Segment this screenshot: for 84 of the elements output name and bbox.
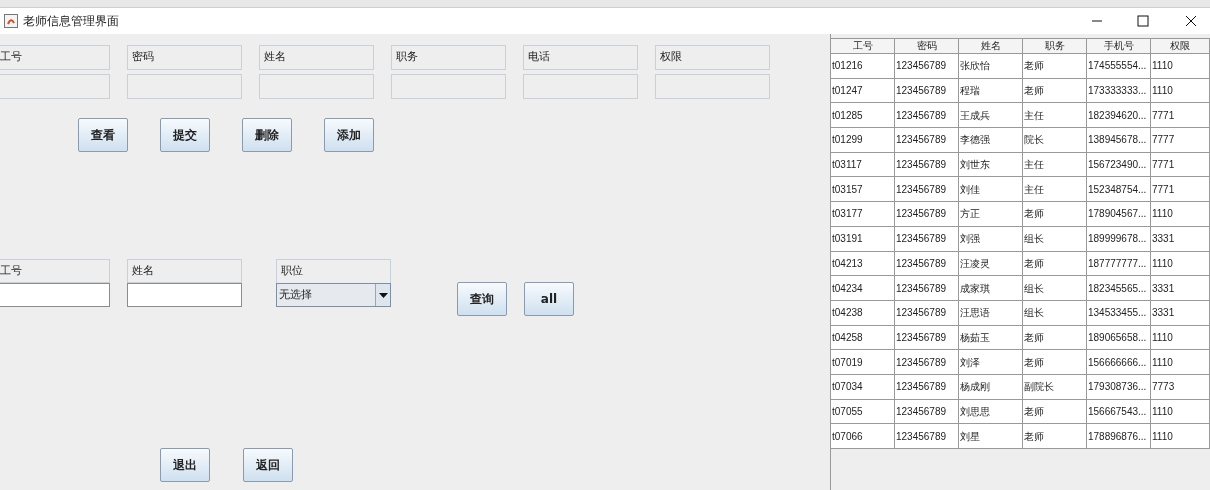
table-cell: 174555554... [1087,54,1151,79]
table-cell: 方正 [959,202,1023,227]
table-cell: 123456789 [895,202,959,227]
table-cell: t01216 [831,54,895,79]
field-label: 电话 [523,45,638,70]
nav-button[interactable]: 返回 [243,448,293,482]
table-cell: 1110 [1151,54,1210,79]
table-cell: 老师 [1023,424,1087,449]
table-cell: 179308736... [1087,374,1151,400]
table-cell: 组长 [1023,300,1087,326]
field-label: 权限 [655,45,770,70]
table-cell: 1110 [1151,350,1210,375]
column-header[interactable]: 权限 [1151,38,1210,54]
action-button[interactable]: 查看 [78,118,128,152]
dropdown-arrow-icon [378,292,388,298]
table-cell: 组长 [1023,276,1087,301]
input-field[interactable] [127,283,242,307]
action-button[interactable]: 删除 [242,118,292,152]
query-button[interactable]: all [524,282,574,316]
table-cell: t03191 [831,226,895,252]
table-cell: 3331 [1151,300,1210,326]
window-title: 老师信息管理界面 [23,13,119,30]
table-cell: 123456789 [895,350,959,375]
nav-button[interactable]: 退出 [160,448,210,482]
table-cell: t07019 [831,350,895,375]
dropdown[interactable]: 无选择 [276,283,391,307]
table-cell: 182345565... [1087,276,1151,301]
table-cell: 123456789 [895,374,959,400]
table-cell: t07034 [831,374,895,400]
table-cell: 李德强 [959,128,1023,153]
table-cell: 成家琪 [959,276,1023,301]
table-cell: 刘星 [959,424,1023,449]
field-label: 密码 [127,45,242,70]
column-header[interactable]: 工号 [831,38,895,54]
maximize-icon[interactable] [1137,15,1149,27]
table-cell: 3331 [1151,226,1210,252]
table-cell: 134533455... [1087,300,1151,326]
table-cell: 178904567... [1087,202,1151,227]
table-cell: 汪思语 [959,300,1023,326]
table-cell: 123456789 [895,424,959,449]
table-cell: 123456789 [895,54,959,79]
table-cell: 123456789 [895,300,959,326]
field-label: 工号 [0,45,110,70]
table-cell: 杨成刚 [959,374,1023,400]
table-cell: 老师 [1023,202,1087,227]
table-cell: 院长 [1023,128,1087,153]
field-label: 姓名 [127,259,242,283]
column-header[interactable]: 手机号 [1087,38,1151,54]
input-field[interactable] [0,283,110,307]
column-header[interactable]: 姓名 [959,38,1023,54]
table-cell: t01299 [831,128,895,153]
table-cell: 123456789 [895,226,959,252]
table-cell: 123456789 [895,128,959,153]
table-cell: 1110 [1151,424,1210,449]
table-cell: t07066 [831,424,895,449]
table-cell: 刘强 [959,226,1023,252]
field-label: 职务 [391,45,506,70]
table-cell: 张欣怡 [959,54,1023,79]
table-cell: 副院长 [1023,374,1087,400]
table-cell: 组长 [1023,226,1087,252]
table-cell: 7773 [1151,374,1210,400]
action-button[interactable]: 提交 [160,118,210,152]
table-cell: 刘泽 [959,350,1023,375]
field-label: 姓名 [259,45,374,70]
table-cell: 老师 [1023,350,1087,375]
column-header[interactable]: 密码 [895,38,959,54]
table-cell: 156666666... [1087,350,1151,375]
action-button[interactable]: 添加 [324,118,374,152]
table-cell: 123456789 [895,276,959,301]
table-cell: 1110 [1151,202,1210,227]
table-cell: t03177 [831,202,895,227]
query-button[interactable]: 查询 [457,282,507,316]
table-cell: 老师 [1023,54,1087,79]
table-cell: 189999678... [1087,226,1151,252]
app-icon [4,14,18,28]
table-cell: t04238 [831,300,895,326]
table-cell: 178896876... [1087,424,1151,449]
table-cell: 138945678... [1087,128,1151,153]
table-cell: t04234 [831,276,895,301]
table-cell: 3331 [1151,276,1210,301]
field-label: 工号 [0,259,110,283]
close-icon[interactable] [1185,15,1197,27]
column-header[interactable]: 职务 [1023,38,1087,54]
table-cell: 7777 [1151,128,1210,153]
